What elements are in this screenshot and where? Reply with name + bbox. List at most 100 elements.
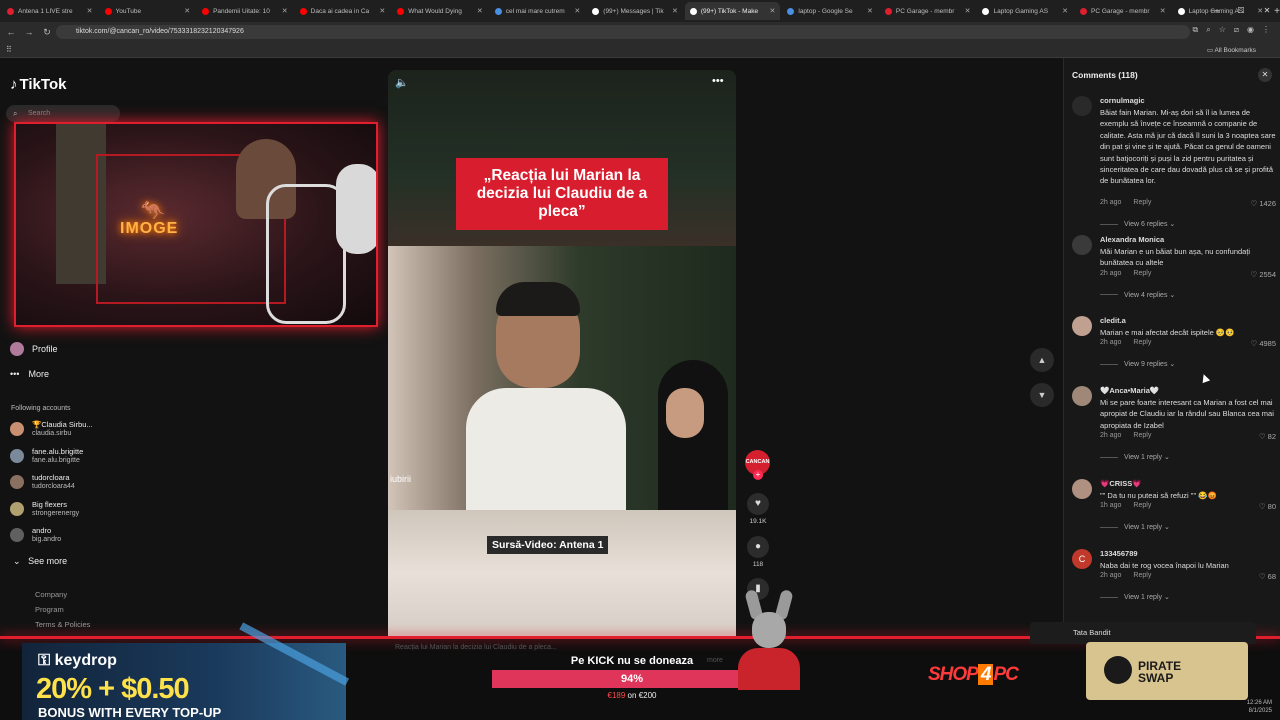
comment-time: 2h ago <box>1100 339 1122 347</box>
tab-close-icon[interactable]: ✕ <box>477 7 483 15</box>
tab-close-icon[interactable]: ✕ <box>672 7 678 15</box>
like-button[interactable]: ♥ 19.1K <box>744 493 772 525</box>
tab-favicon-icon <box>7 7 14 15</box>
comment-like-button[interactable]: ♡ 68 <box>1259 572 1276 581</box>
footer-company[interactable]: Company <box>35 590 67 599</box>
view-replies-button[interactable]: View 1 reply ⌄ <box>1100 453 1170 461</box>
all-bookmarks-button[interactable]: ▭ All Bookmarks <box>1207 46 1256 54</box>
comment-username[interactable]: 🤍Anca•Maria🤍 <box>1100 386 1159 395</box>
nav-profile[interactable]: Profile <box>10 342 58 356</box>
reply-button[interactable]: Reply <box>1133 270 1151 277</box>
browser-tab[interactable]: cel mai mare cutrem ✕ <box>490 2 586 20</box>
nav-more[interactable]: ••• More <box>10 369 49 379</box>
footer-program[interactable]: Program <box>35 605 64 614</box>
comment-button[interactable]: ● 118 <box>744 536 772 568</box>
comment-like-button[interactable]: ♡ 82 <box>1259 432 1276 441</box>
video-bottom-scene <box>388 510 736 636</box>
zoom-icon[interactable]: ⌕ <box>1206 25 1210 35</box>
avatar[interactable] <box>1072 316 1092 336</box>
comment-username[interactable]: 💗CRISS💗 <box>1100 479 1142 488</box>
plush-toy <box>336 164 376 254</box>
avatar[interactable] <box>1072 235 1092 255</box>
tab-close-icon[interactable]: ✕ <box>1160 7 1166 15</box>
avatar[interactable] <box>1072 386 1092 406</box>
footer-terms[interactable]: Terms & Policies <box>35 620 90 629</box>
tab-close-icon[interactable]: ✕ <box>770 7 776 15</box>
avatar[interactable] <box>1072 96 1092 116</box>
previous-video-button[interactable]: ▲ <box>1030 348 1054 372</box>
browser-tab[interactable]: Antena 1 LIVE stre ✕ <box>2 2 98 20</box>
close-window-icon[interactable]: ✕ <box>1254 0 1280 22</box>
browser-tab[interactable]: (99+) Messages | Tik ✕ <box>587 2 683 20</box>
comment-time: 2h ago <box>1100 432 1122 440</box>
browser-tab[interactable]: What Would Dying ✕ <box>392 2 488 20</box>
follow-plus-icon[interactable]: + <box>753 470 763 480</box>
following-account[interactable]: tudorcloara tudorcloara44 <box>10 473 75 491</box>
browser-tab[interactable]: YouTube ✕ <box>100 2 196 20</box>
menu-icon[interactable]: ⋮ <box>1262 25 1270 35</box>
tiktok-logo[interactable]: ♪ TikTok <box>10 76 66 93</box>
following-account[interactable]: andro big.andro <box>10 526 61 544</box>
taskbar-clock: 12:26 AM 8/1/2025 <box>1247 699 1272 715</box>
see-more-button[interactable]: ⌄ See more <box>13 556 67 567</box>
extensions-icon[interactable]: ⧄ <box>1234 25 1239 35</box>
reply-button[interactable]: Reply <box>1133 432 1151 439</box>
browser-tab[interactable]: PC Garage - membr ✕ <box>880 2 976 20</box>
url-input[interactable]: tiktok.com/@cancan_ro/video/753331823212… <box>56 25 1190 39</box>
forward-icon[interactable]: → <box>22 27 36 37</box>
reply-button[interactable]: Reply <box>1133 502 1151 509</box>
video-options-icon[interactable]: ••• <box>712 75 724 87</box>
browser-tab[interactable]: laptop - Google Se ✕ <box>782 2 878 20</box>
back-icon[interactable]: ← <box>4 27 18 37</box>
minimize-icon[interactable]: — <box>1202 0 1228 22</box>
video-player[interactable]: iubirii „Reacția lui Marian la decizia l… <box>388 70 736 636</box>
tab-title: (99+) TikTok - Make <box>700 7 759 15</box>
chevron-down-icon: ⌄ <box>1163 454 1170 462</box>
bookmark-star-icon[interactable]: ☆ <box>1219 25 1226 35</box>
maximize-icon[interactable]: ☐ <box>1228 0 1254 22</box>
browser-tab[interactable]: Daca ai cadea in Ca ✕ <box>295 2 391 20</box>
comment-username[interactable]: 133456789 <box>1100 549 1138 558</box>
reply-button[interactable]: Reply <box>1133 339 1151 346</box>
comment-like-button[interactable]: ♡ 2554 <box>1250 270 1276 279</box>
following-account[interactable]: fane.alu.brigitte fane.alu.brigitte <box>10 447 83 465</box>
close-icon[interactable]: ✕ <box>1258 68 1272 82</box>
browser-tab[interactable]: Pandemii Uitate: 10 ✕ <box>197 2 293 20</box>
comment-username[interactable]: cornulmagic <box>1100 96 1145 105</box>
browser-tab[interactable]: PC Garage - membr ✕ <box>1075 2 1171 20</box>
view-replies-button[interactable]: View 1 reply ⌄ <box>1100 593 1170 601</box>
browser-tab[interactable]: (99+) TikTok - Make ✕ <box>684 2 781 20</box>
comment-username[interactable]: Alexandra Monica <box>1100 235 1164 244</box>
reply-button[interactable]: Reply <box>1133 199 1151 206</box>
following-account[interactable]: 🏆Claudia Sirbu... claudia.sirbu <box>10 420 93 438</box>
next-video-button[interactable]: ▼ <box>1030 383 1054 407</box>
tab-close-icon[interactable]: ✕ <box>379 7 385 15</box>
browser-tab[interactable]: Laptop Gaming AS ✕ <box>977 2 1073 20</box>
reload-icon[interactable]: ↻ <box>40 27 54 38</box>
avatar[interactable]: C <box>1072 549 1092 569</box>
tab-close-icon[interactable]: ✕ <box>867 7 873 15</box>
comment-like-button[interactable]: ♡ 80 <box>1259 502 1276 511</box>
volume-icon[interactable]: 🔈 <box>395 76 409 89</box>
reply-button[interactable]: Reply <box>1133 572 1151 579</box>
open-in-app-icon[interactable]: ⧉ <box>1193 25 1199 35</box>
comment-like-button[interactable]: ♡ 4985 <box>1250 339 1276 348</box>
search-input[interactable]: ⌕ Search <box>6 105 120 122</box>
comment-like-button[interactable]: ♡ 1426 <box>1250 199 1276 208</box>
tab-close-icon[interactable]: ✕ <box>87 7 93 15</box>
view-replies-button[interactable]: View 4 replies ⌄ <box>1100 291 1175 299</box>
avatar[interactable] <box>1072 479 1092 499</box>
tab-close-icon[interactable]: ✕ <box>965 7 971 15</box>
tab-close-icon[interactable]: ✕ <box>282 7 288 15</box>
tab-close-icon[interactable]: ✕ <box>574 7 580 15</box>
profile-icon[interactable]: ◉ <box>1247 25 1254 35</box>
view-replies-button[interactable]: View 9 replies ⌄ <box>1100 360 1175 368</box>
apps-icon[interactable]: ⠿ <box>6 45 12 54</box>
tab-close-icon[interactable]: ✕ <box>1062 7 1068 15</box>
view-replies-button[interactable]: View 1 reply ⌄ <box>1100 523 1170 531</box>
tab-close-icon[interactable]: ✕ <box>184 7 190 15</box>
following-account[interactable]: Big flexers strongerenergy <box>10 500 79 518</box>
comment-username[interactable]: cledit.a <box>1100 316 1126 325</box>
tab-favicon-icon <box>592 7 600 15</box>
view-replies-button[interactable]: View 6 replies ⌄ <box>1100 220 1175 228</box>
